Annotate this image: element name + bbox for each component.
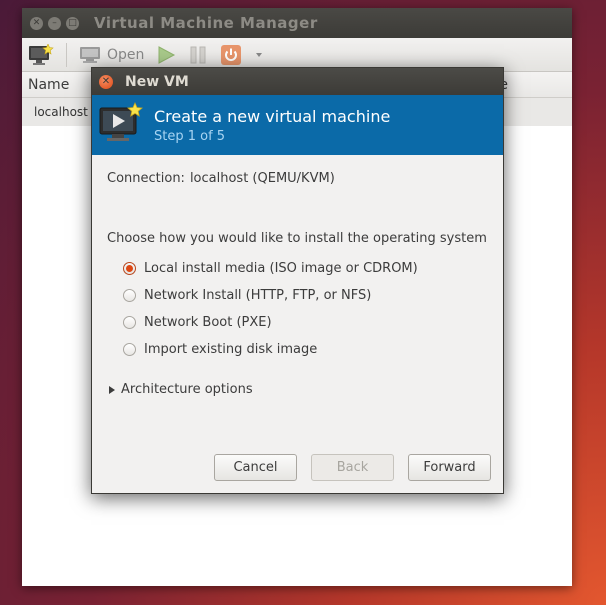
main-titlebar: ✕ – □ Virtual Machine Manager [22,8,572,38]
run-icon[interactable] [156,45,176,65]
option-local-media[interactable]: Local install media (ISO image or CDROM) [123,255,488,282]
install-method-label: Choose how you would like to install the… [107,231,487,246]
option-label: Import existing disk image [144,342,318,357]
dialog-body: Connection: localhost (QEMU/KVM) Choose … [92,155,503,397]
radio-icon[interactable] [123,343,136,356]
close-icon[interactable]: ✕ [30,16,43,30]
new-vm-dialog: ✕ New VM Create a new virtual machine St… [91,67,504,494]
column-name[interactable]: Name [22,77,69,93]
header-text: Create a new virtual machine Step 1 of 5 [154,107,390,144]
connection-row: Connection: localhost (QEMU/KVM) [107,171,488,186]
new-vm-monitor-icon [98,102,144,148]
close-icon[interactable]: ✕ [99,74,113,89]
connection-value: localhost (QEMU/KVM) [189,171,335,186]
option-import-disk[interactable]: Import existing disk image [123,336,488,363]
maximize-icon[interactable]: □ [66,16,79,30]
forward-button[interactable]: Forward [408,454,491,481]
radio-icon[interactable] [123,289,136,302]
dialog-title: New VM [125,73,189,90]
dialog-header: Create a new virtual machine Step 1 of 5 [92,95,503,155]
radio-icon[interactable] [123,316,136,329]
architecture-expander[interactable]: Architecture options [107,382,488,397]
architecture-label: Architecture options [121,382,253,397]
option-label: Local install media (ISO image or CDROM) [144,261,418,276]
install-options: Local install media (ISO image or CDROM)… [107,255,488,363]
open-label: Open [107,46,145,63]
pause-icon[interactable] [188,45,208,65]
back-button[interactable]: Back [311,454,394,481]
chevron-down-icon[interactable] [254,50,264,60]
toolbar-separator [66,42,67,67]
option-network-boot[interactable]: Network Boot (PXE) [123,309,488,336]
option-label: Network Install (HTTP, FTP, or NFS) [144,288,372,303]
radio-checked-icon[interactable] [123,262,136,275]
monitor-icon [80,46,100,63]
cancel-button[interactable]: Cancel [214,454,297,481]
option-network-install[interactable]: Network Install (HTTP, FTP, or NFS) [123,282,488,309]
dialog-titlebar: ✕ New VM [92,68,503,95]
header-title: Create a new virtual machine [154,106,391,126]
minimize-icon[interactable]: – [48,16,61,30]
main-window-title: Virtual Machine Manager [94,14,318,32]
connection-name: localhost ( [34,105,97,119]
option-label: Network Boot (PXE) [144,315,272,330]
header-step: Step 1 of 5 [154,128,226,144]
dialog-buttons: Cancel Back Forward [200,454,491,481]
power-icon[interactable] [220,44,242,66]
new-vm-icon[interactable] [28,43,54,66]
expander-arrow-icon [109,385,115,394]
open-button[interactable]: Open [79,46,144,64]
connection-label: Connection: [107,171,185,186]
